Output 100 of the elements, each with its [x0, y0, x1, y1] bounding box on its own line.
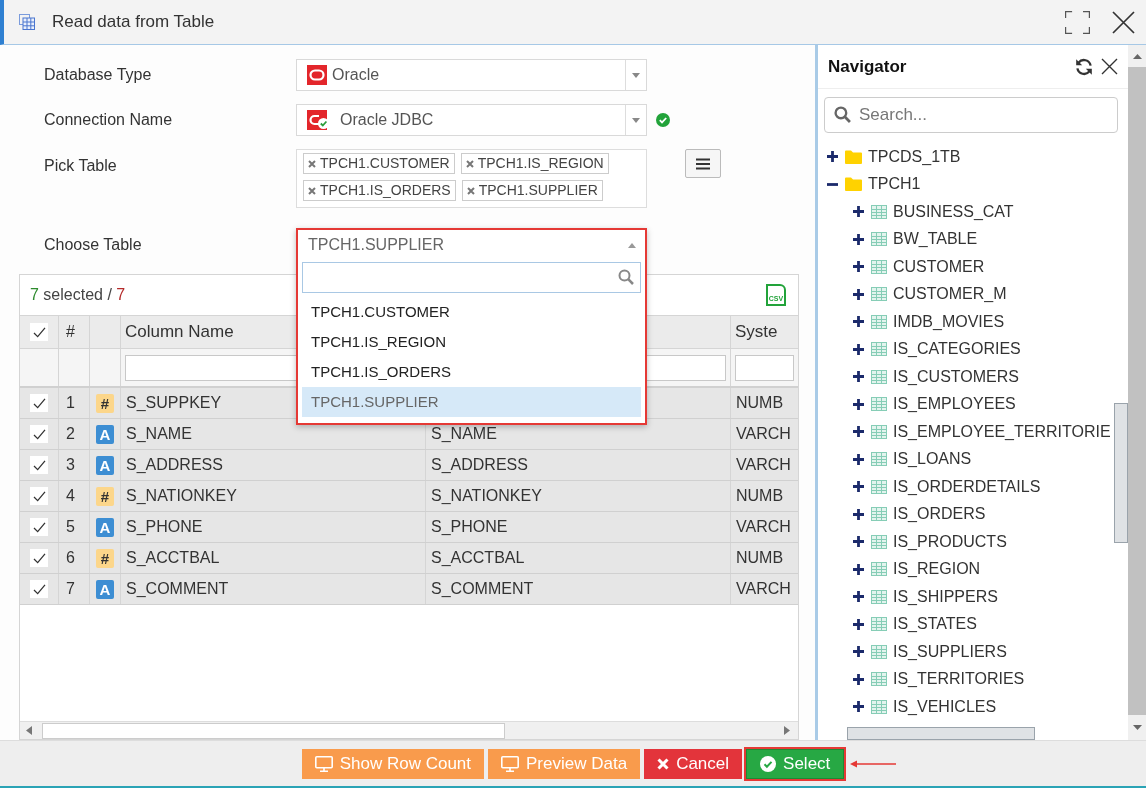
checkbox[interactable] [30, 580, 48, 598]
table-icon [871, 397, 887, 412]
plus-icon[interactable] [853, 398, 864, 410]
plus-icon[interactable] [853, 563, 864, 575]
tree-item[interactable]: IS_CATEGORIES [893, 337, 1021, 362]
table-select[interactable]: TPCH1.SUPPLIER [298, 230, 645, 260]
checkbox[interactable] [30, 425, 48, 443]
connection-select[interactable]: Oracle JDBC [296, 104, 647, 136]
minus-icon[interactable] [827, 182, 838, 186]
plus-icon[interactable] [853, 673, 864, 685]
plus-icon[interactable] [853, 233, 864, 245]
plus-icon[interactable] [827, 151, 838, 163]
plus-icon[interactable] [853, 453, 864, 465]
scroll-left-icon[interactable] [26, 726, 32, 735]
logo-icon [307, 65, 327, 85]
check-icon [32, 428, 46, 440]
remove-icon[interactable] [308, 186, 316, 195]
menu-icon [696, 157, 710, 170]
tree-item[interactable]: BUSINESS_CAT [893, 199, 1014, 224]
dropdown-option[interactable]: TPCH1.IS_REGION [302, 327, 641, 357]
plus-icon[interactable] [853, 261, 864, 273]
plus-icon[interactable] [853, 426, 864, 438]
scroll-down-icon[interactable] [1132, 725, 1142, 730]
remove-icon[interactable] [466, 186, 475, 195]
tree-item[interactable]: IS_CUSTOMERS [893, 364, 1019, 389]
search-icon [618, 269, 634, 285]
close-icon[interactable] [1112, 10, 1135, 34]
tree-item[interactable]: IS_REGION [893, 557, 981, 582]
search-field[interactable] [302, 262, 641, 293]
plus-icon[interactable] [853, 316, 864, 328]
checkbox[interactable] [30, 394, 48, 412]
horizontal-scrollbar[interactable] [20, 721, 798, 739]
close-icon[interactable] [1101, 58, 1118, 75]
tree-item[interactable]: CUSTOMER [893, 254, 985, 279]
plus-icon[interactable] [853, 646, 864, 658]
menu-button[interactable] [685, 149, 721, 178]
table-chip[interactable]: TPCH1.IS_ORDERS [303, 180, 456, 201]
cancel-button[interactable]: Cancel [644, 748, 743, 779]
table-cell-text: VARCH [736, 579, 791, 599]
tree-item[interactable]: IS_PRODUCTS [893, 529, 1007, 554]
table-cell-text: S_NAME [431, 424, 497, 444]
table-icon [871, 259, 887, 274]
tree-item[interactable]: IS_VEHICLES [893, 694, 997, 719]
table-icon [871, 644, 887, 659]
row-number: 6 [66, 548, 75, 568]
refresh-icon[interactable] [1075, 57, 1093, 76]
tree-item[interactable]: IS_ORDERS [893, 502, 986, 527]
table-cell-text: NUMB [736, 548, 784, 568]
filter-field[interactable] [735, 354, 794, 381]
check-icon [32, 552, 46, 564]
plus-icon[interactable] [853, 481, 864, 493]
remove-icon[interactable] [465, 159, 474, 168]
scrollbar-thumb[interactable] [1114, 403, 1128, 543]
plus-icon[interactable] [853, 508, 864, 520]
database-type-select[interactable]: Oracle [296, 59, 647, 91]
tree-item[interactable]: IS_STATES [893, 612, 977, 637]
checkbox[interactable] [30, 487, 48, 505]
remove-icon[interactable] [308, 159, 316, 168]
panel-title: Navigator [828, 55, 907, 78]
plus-icon[interactable] [853, 536, 864, 548]
plus-icon[interactable] [853, 591, 864, 603]
tree-item[interactable]: IS_TERRITORIES [893, 667, 1025, 692]
maximize-icon[interactable] [1065, 10, 1090, 34]
checkbox[interactable] [30, 456, 48, 474]
tree-item[interactable]: BW_TABLE [893, 227, 978, 252]
plus-icon[interactable] [853, 206, 864, 218]
dropdown-option[interactable]: TPCH1.CUSTOMER [302, 297, 641, 327]
table-cell-text: S_ADDRESS [126, 455, 223, 475]
plus-icon[interactable] [853, 701, 864, 713]
table-chip[interactable]: TPCH1.CUSTOMER [303, 153, 455, 174]
scroll-right-icon[interactable] [784, 726, 790, 735]
tree-item[interactable]: IS_SUPPLIERS [893, 639, 1007, 664]
plus-icon[interactable] [853, 343, 864, 355]
tree-item[interactable]: IS_LOANS [893, 447, 972, 472]
tree-item[interactable]: IS_ORDERDETAILS [893, 474, 1041, 499]
checkbox[interactable] [30, 549, 48, 567]
table-chip[interactable]: TPCH1.SUPPLIER [461, 180, 603, 201]
table-icon [871, 562, 887, 577]
tree-item[interactable]: IMDB_MOVIES [893, 309, 1005, 334]
table-cell-text: NUMB [736, 486, 784, 506]
plus-icon[interactable] [853, 288, 864, 300]
table-picker-field[interactable]: TPCH1.CUSTOMER TPCH1.IS_REGION TPCH1.IS_ORDERS TPCH1.SUPPLIER [296, 149, 647, 208]
checkbox[interactable] [30, 323, 48, 341]
plus-icon[interactable] [853, 371, 864, 383]
tree-item[interactable]: IS_SHIPPERS [893, 584, 998, 609]
tree-item[interactable]: IS_EMPLOYEE_TERRITORIE [893, 419, 1111, 444]
connection-icon [307, 110, 329, 130]
tree-item[interactable]: TPCH1 [868, 172, 921, 197]
scrollbar-thumb[interactable] [42, 722, 505, 739]
plus-icon[interactable] [853, 618, 864, 630]
tree-item[interactable]: TPCDS_1TB [868, 144, 961, 169]
table-chip[interactable]: TPCH1.IS_REGION [460, 153, 609, 174]
tree-item[interactable]: IS_EMPLOYEES [893, 392, 1016, 417]
checkbox[interactable] [30, 518, 48, 536]
scroll-up-icon[interactable] [1132, 54, 1142, 59]
search-field[interactable]: Search... [824, 97, 1118, 133]
scrollbar-thumb[interactable] [847, 727, 1035, 740]
dropdown-option[interactable]: TPCH1.SUPPLIER [302, 387, 641, 417]
tree-item[interactable]: CUSTOMER_M [893, 282, 1007, 307]
type-indicator: A [96, 579, 114, 599]
